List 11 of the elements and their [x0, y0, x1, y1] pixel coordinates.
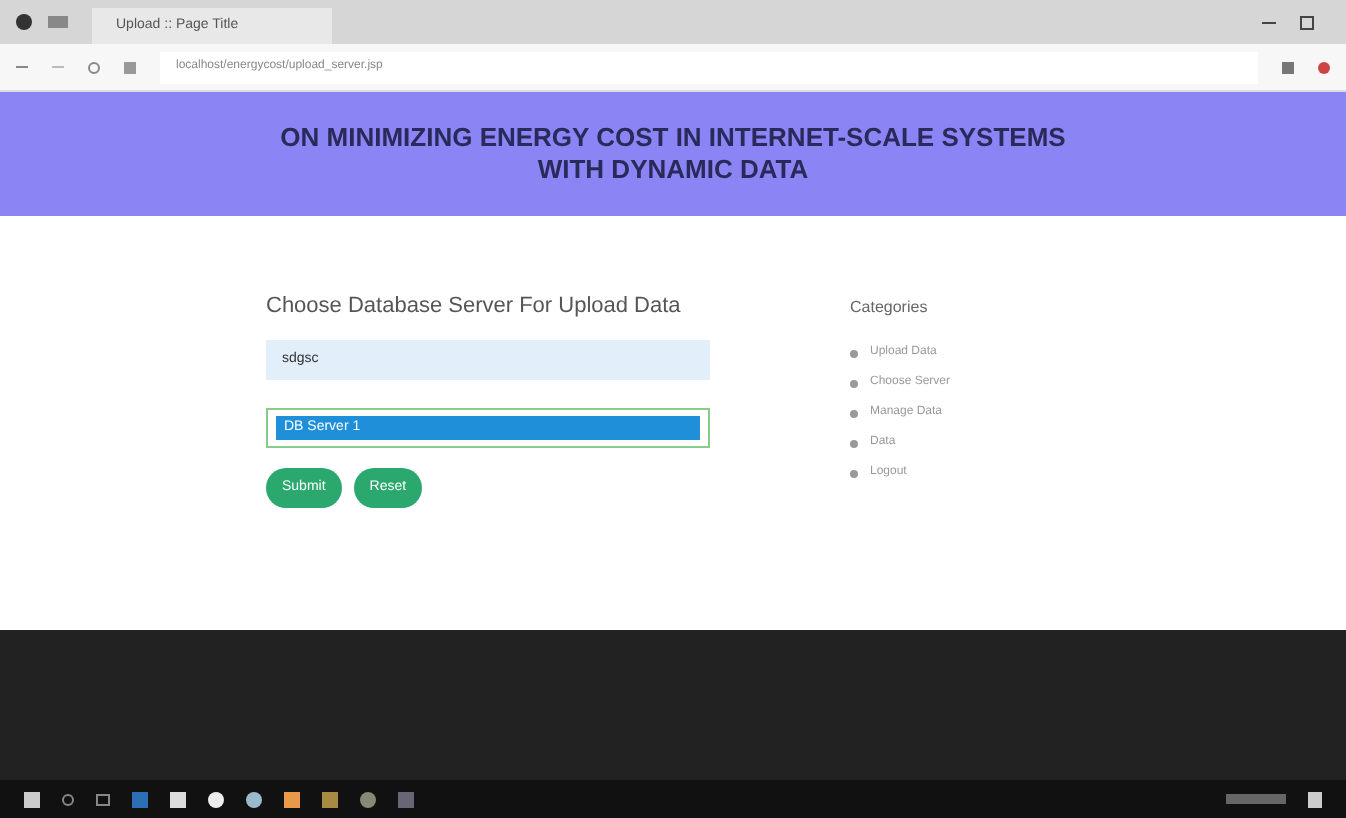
bullet-icon	[850, 349, 858, 357]
site-title: WITH DYNAMIC DATA	[537, 154, 809, 186]
minimize-icon[interactable]	[1262, 21, 1276, 23]
bullet-icon	[850, 469, 858, 477]
maximize-icon[interactable]	[1300, 15, 1314, 29]
bullet-icon	[850, 409, 858, 417]
bullet-icon	[850, 379, 858, 387]
site-title: ON MINIMIZING ENERGY COST IN INTERNET-SCALE SYSTEMS	[280, 122, 1066, 154]
bullet-icon	[850, 439, 858, 447]
categories-title: Categories	[850, 296, 930, 320]
form-heading: Choose Database Server For Upload Data	[266, 292, 681, 320]
